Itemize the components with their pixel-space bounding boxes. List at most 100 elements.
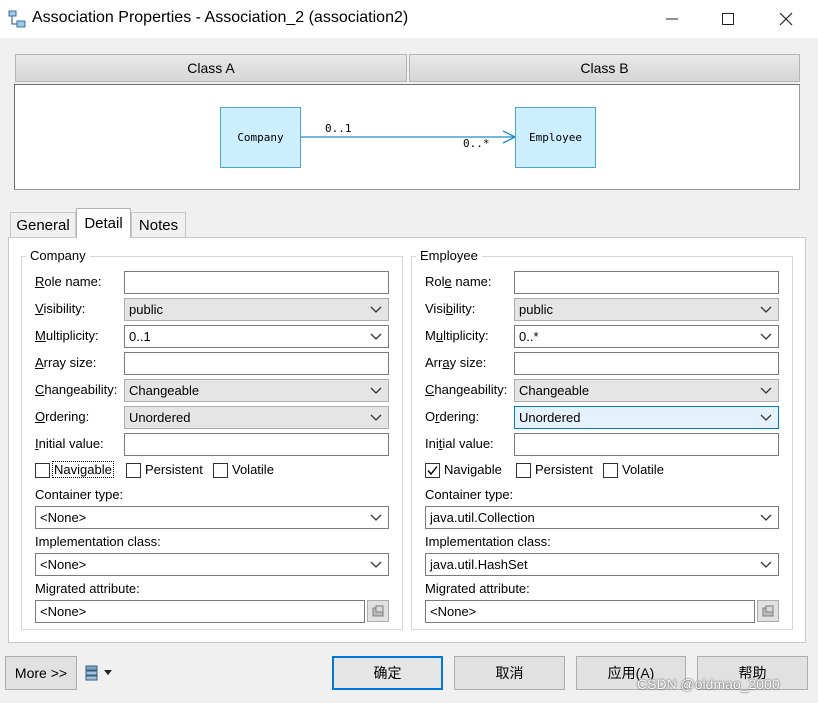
- multiplicity-value: 0..1: [129, 329, 151, 344]
- close-icon: [779, 12, 793, 26]
- persistent-checkbox[interactable]: [126, 463, 141, 478]
- multiplicity-label-b: 0..*: [463, 137, 490, 150]
- class-box-company: Company: [220, 107, 301, 168]
- multiplicity-label: Multiplicity:: [35, 328, 99, 343]
- dropdown-arrow-icon: [104, 670, 112, 675]
- ok-button[interactable]: 确定: [332, 656, 443, 690]
- tools-menu-button[interactable]: [84, 663, 120, 683]
- visibility-select[interactable]: public: [514, 298, 779, 321]
- array-size-input[interactable]: [124, 352, 389, 375]
- array-size-label: Array size:: [35, 355, 97, 370]
- persistent-checkbox[interactable]: [516, 463, 531, 478]
- changeability-label: Changeability:: [425, 382, 508, 397]
- initial-value-input[interactable]: [514, 433, 779, 456]
- initial-value-label: Initial value:: [35, 436, 104, 451]
- maximize-icon: [722, 13, 734, 25]
- multiplicity-value: 0..*: [519, 329, 539, 344]
- class-a-header: Class A: [15, 54, 407, 82]
- container-type-value: java.util.Collection: [430, 510, 535, 525]
- multiplicity-combo[interactable]: 0..*: [514, 325, 779, 348]
- initial-value-input[interactable]: [124, 433, 389, 456]
- chevron-down-icon: [370, 561, 382, 568]
- visibility-value: public: [519, 302, 553, 317]
- migrated-attribute-browse-button[interactable]: [367, 600, 389, 622]
- implementation-class-combo[interactable]: <None>: [35, 553, 389, 576]
- window-title: Association Properties - Association_2 (…: [32, 9, 409, 26]
- chevron-down-icon: [370, 306, 382, 313]
- chevron-down-icon: [760, 561, 772, 568]
- employee-group-title: Employee: [416, 248, 482, 263]
- navigable-checkbox[interactable]: [35, 463, 50, 478]
- changeability-select[interactable]: Changeable: [124, 379, 389, 402]
- navigable-label: Navigable: [444, 462, 502, 477]
- multiplicity-combo[interactable]: 0..1: [124, 325, 389, 348]
- association-line: [301, 130, 517, 144]
- migrated-attribute-browse-button[interactable]: [757, 600, 779, 622]
- ordering-select[interactable]: Unordered: [124, 406, 389, 429]
- ordering-select[interactable]: Unordered: [514, 406, 779, 429]
- navigable-label: Navigable: [52, 461, 114, 478]
- chevron-down-icon: [370, 414, 382, 421]
- class-b-header: Class B: [409, 54, 800, 82]
- volatile-label: Volatile: [622, 462, 664, 477]
- ordering-value: Unordered: [519, 410, 581, 425]
- implementation-class-value: java.util.HashSet: [430, 557, 528, 572]
- migrated-attribute-label: Migrated attribute:: [425, 581, 530, 596]
- toolbar-menu-icon: [85, 665, 98, 681]
- maximize-button[interactable]: [700, 0, 756, 38]
- persistent-label: Persistent: [145, 462, 203, 477]
- persistent-label: Persistent: [535, 462, 593, 477]
- chevron-down-icon: [370, 387, 382, 394]
- role-name-label: Role name:: [425, 274, 492, 289]
- container-type-value: <None>: [40, 510, 87, 525]
- changeability-value: Changeable: [129, 383, 200, 398]
- implementation-class-label: Implementation class:: [35, 534, 161, 549]
- properties-icon: [372, 605, 384, 617]
- tab-notes[interactable]: Notes: [131, 212, 186, 237]
- container-type-label: Container type:: [425, 487, 514, 502]
- array-size-label: Array size:: [425, 355, 487, 370]
- more-button[interactable]: More >>: [5, 656, 77, 690]
- ordering-value: Unordered: [129, 410, 191, 425]
- chevron-down-icon: [370, 333, 382, 340]
- volatile-checkbox[interactable]: [603, 463, 618, 478]
- multiplicity-label: Multiplicity:: [425, 328, 489, 343]
- checkmark-icon: [427, 466, 438, 476]
- role-name-label: Role name:: [35, 274, 102, 289]
- tab-general[interactable]: General: [10, 212, 76, 237]
- minimize-button[interactable]: [644, 0, 700, 38]
- ordering-label: Ordering:: [35, 409, 90, 424]
- migrated-attribute-input[interactable]: <None>: [35, 600, 365, 623]
- migrated-attribute-input[interactable]: <None>: [425, 600, 755, 623]
- volatile-checkbox[interactable]: [213, 463, 228, 478]
- chevron-down-icon: [760, 333, 772, 340]
- changeability-select[interactable]: Changeable: [514, 379, 779, 402]
- changeability-value: Changeable: [519, 383, 590, 398]
- implementation-class-combo[interactable]: java.util.HashSet: [425, 553, 779, 576]
- company-group-title: Company: [26, 248, 90, 263]
- association-diagram: Company Employee 0..1 0..*: [14, 84, 800, 190]
- visibility-value: public: [129, 302, 163, 317]
- minimize-icon: [666, 18, 678, 20]
- container-type-label: Container type:: [35, 487, 124, 502]
- array-size-input[interactable]: [514, 352, 779, 375]
- chevron-down-icon: [760, 306, 772, 313]
- container-type-combo[interactable]: <None>: [35, 506, 389, 529]
- close-button[interactable]: [758, 0, 814, 38]
- role-name-input[interactable]: [124, 271, 389, 294]
- initial-value-label: Initial value:: [425, 436, 494, 451]
- role-name-input[interactable]: [514, 271, 779, 294]
- visibility-select[interactable]: public: [124, 298, 389, 321]
- cancel-button[interactable]: 取消: [454, 656, 565, 690]
- container-type-combo[interactable]: java.util.Collection: [425, 506, 779, 529]
- tab-detail[interactable]: Detail: [76, 208, 131, 238]
- volatile-label: Volatile: [232, 462, 274, 477]
- navigable-checkbox[interactable]: [425, 463, 440, 478]
- chevron-down-icon: [760, 414, 772, 421]
- visibility-label: Visibility:: [35, 301, 86, 316]
- properties-icon: [762, 605, 774, 617]
- visibility-label: Visibility:: [425, 301, 476, 316]
- migrated-attribute-label: Migrated attribute:: [35, 581, 140, 596]
- chevron-down-icon: [760, 387, 772, 394]
- implementation-class-label: Implementation class:: [425, 534, 551, 549]
